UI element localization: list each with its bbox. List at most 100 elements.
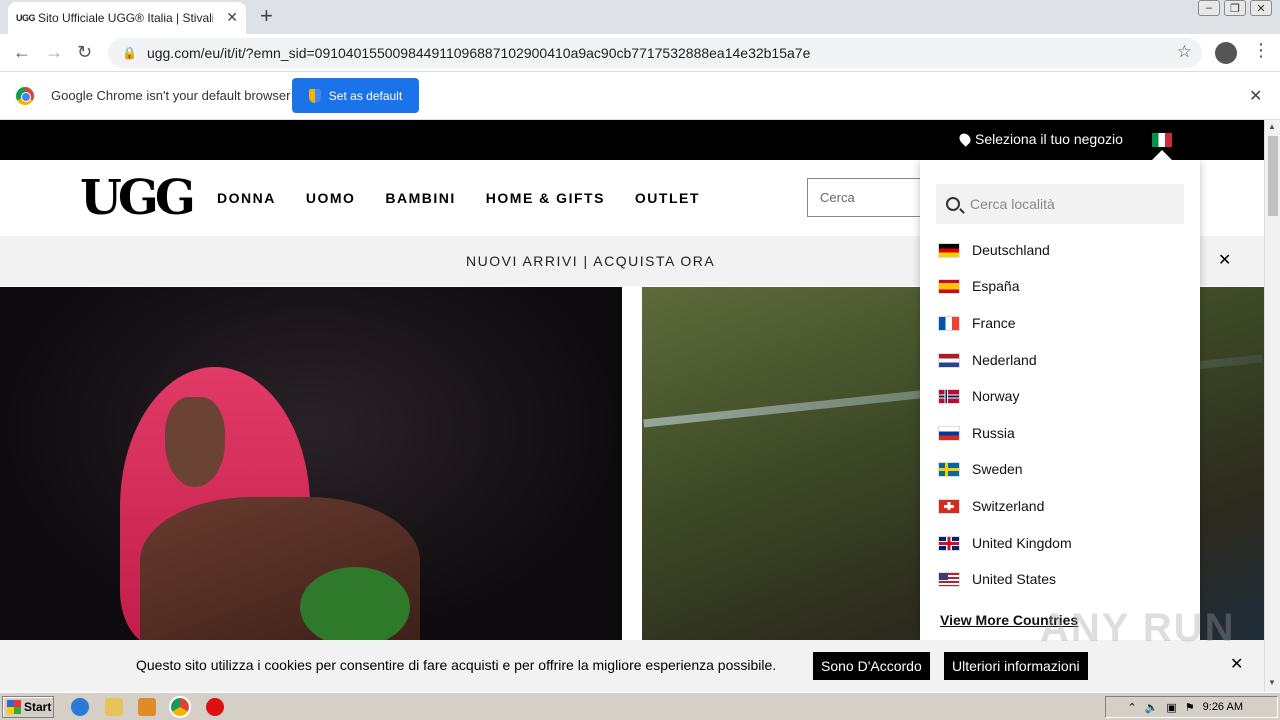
country-item-united-kingdom[interactable]: United Kingdom (938, 531, 1072, 555)
location-search-input[interactable]: Cerca località (936, 184, 1184, 224)
minimize-icon[interactable]: – (1198, 0, 1220, 16)
scroll-thumb[interactable] (1268, 136, 1278, 216)
url-text: ugg.com/eu/it/it/?emn_sid=09104015500984… (146, 45, 811, 61)
window-controls: – ❐ ✕ (1198, 0, 1272, 16)
cookie-close-icon[interactable]: ✕ (1230, 654, 1243, 674)
country-name: España (972, 278, 1020, 294)
tab-strip: UGG Sito Ufficiale UGG® Italia | Stivali… (0, 0, 1280, 34)
new-tab-plus-icon[interactable]: + (260, 4, 273, 28)
set-as-default-label: Set as default (328, 88, 403, 103)
tab-close-icon[interactable]: ✕ (226, 9, 238, 26)
country-item-france[interactable]: France (938, 311, 1016, 335)
network-icon[interactable]: ▣ (1166, 701, 1176, 714)
usa-flag-icon (938, 571, 960, 587)
store-selector[interactable]: Seleziona il tuo negozio (957, 131, 1123, 147)
netherlands-flag-icon (938, 352, 960, 368)
browser-tab[interactable]: UGG Sito Ufficiale UGG® Italia | Stivali… (8, 2, 246, 34)
default-browser-infobar: Google Chrome isn't your default browser… (0, 72, 1280, 120)
profile-avatar-icon[interactable] (1215, 42, 1237, 64)
system-tray: ⌃ 🔈 ▣ ⚑ 9:26 AM (1105, 696, 1278, 718)
main-nav: DONNA UOMO BAMBINI HOME & GIFTS OUTLET (217, 190, 700, 206)
nav-uomo[interactable]: UOMO (306, 190, 356, 206)
promo-close-icon[interactable]: ✕ (1218, 250, 1231, 270)
site-search-input[interactable]: Cerca (807, 178, 937, 217)
browser-toolbar: ← → ↻ 🔒 ugg.com/eu/it/it/?emn_sid=091040… (0, 34, 1280, 72)
close-window-icon[interactable]: ✕ (1250, 0, 1272, 16)
country-item-sweden[interactable]: Sweden (938, 457, 1023, 481)
menu-kebab-icon[interactable]: ⋮ (1252, 40, 1270, 61)
lock-icon: 🔒 (122, 46, 137, 60)
sweden-flag-icon (938, 461, 960, 477)
set-as-default-button[interactable]: Set as default (292, 78, 419, 113)
hero-image-left[interactable] (0, 287, 622, 640)
volume-icon[interactable]: 🔈 (1145, 701, 1159, 714)
ugg-favicon-icon: UGG (16, 13, 36, 23)
flag-icon[interactable]: ⚑ (1185, 701, 1195, 714)
search-icon (946, 197, 960, 211)
windows-taskbar: Start ⌃ 🔈 ▣ ⚑ 9:26 AM (0, 692, 1280, 720)
country-name: United Kingdom (972, 535, 1072, 551)
country-item-norway[interactable]: Norway (938, 384, 1019, 408)
antivirus-icon[interactable] (206, 698, 224, 716)
country-name: Nederland (972, 352, 1037, 368)
anyrun-watermark: ANY RUN (1040, 606, 1236, 650)
nav-outlet[interactable]: OUTLET (635, 190, 700, 206)
infobar-close-icon[interactable]: ✕ (1249, 86, 1262, 106)
reload-icon[interactable]: ↻ (77, 42, 92, 63)
country-item-russia[interactable]: Russia (938, 421, 1015, 445)
country-name: Russia (972, 425, 1015, 441)
spain-flag-icon (938, 278, 960, 294)
infobar-message: Google Chrome isn't your default browser (51, 88, 291, 103)
page-scrollbar[interactable]: ▲ ▼ (1264, 120, 1280, 692)
location-pin-icon (957, 131, 973, 147)
scroll-down-arrow-icon[interactable]: ▼ (1268, 678, 1276, 687)
screen: UGG Sito Ufficiale UGG® Italia | Stivali… (0, 0, 1280, 720)
country-item-united-states[interactable]: United States (938, 567, 1056, 591)
country-dropdown: Cerca località Deutschland España France… (920, 160, 1200, 640)
forward-arrow-icon[interactable]: → (45, 42, 63, 63)
store-selector-label: Seleziona il tuo negozio (975, 131, 1123, 147)
promo-text[interactable]: NUOVI ARRIVI | ACQUISTA ORA (466, 253, 715, 269)
country-item-deutschland[interactable]: Deutschland (938, 238, 1050, 262)
switzerland-flag-icon (938, 498, 960, 514)
hero-green-shape (300, 567, 410, 640)
tab-title: Sito Ufficiale UGG® Italia | Stivali, P.… (38, 11, 213, 25)
chrome-taskbar-icon[interactable] (169, 696, 191, 718)
back-arrow-icon[interactable]: ← (13, 42, 31, 63)
norway-flag-icon (938, 388, 960, 404)
country-item-espana[interactable]: España (938, 274, 1019, 298)
windows-logo-icon (7, 700, 21, 714)
restore-icon[interactable]: ❐ (1224, 0, 1246, 16)
italy-flag-icon[interactable] (1152, 133, 1172, 147)
tray-expand-icon[interactable]: ⌃ (1127, 701, 1136, 714)
germany-flag-icon (938, 242, 960, 258)
country-name: Norway (972, 388, 1020, 404)
bookmark-star-icon[interactable]: ☆ (1177, 42, 1192, 62)
media-player-icon[interactable] (138, 698, 156, 716)
france-flag-icon (938, 315, 960, 331)
country-name: Sweden (972, 461, 1023, 477)
nav-home-gifts[interactable]: HOME & GIFTS (486, 190, 605, 206)
ugg-logo[interactable]: UGG (80, 170, 196, 226)
country-item-nederland[interactable]: Nederland (938, 348, 1037, 372)
address-bar[interactable]: 🔒 ugg.com/eu/it/it/?emn_sid=091040155009… (108, 38, 1202, 68)
clock: 9:26 AM (1202, 701, 1243, 713)
folder-icon[interactable] (105, 698, 123, 716)
scroll-up-arrow-icon[interactable]: ▲ (1268, 122, 1276, 131)
cookie-more-info-button[interactable]: Ulteriori informazioni (944, 652, 1088, 680)
uk-flag-icon (938, 535, 960, 551)
country-item-switzerland[interactable]: Switzerland (938, 494, 1044, 518)
country-name: United States (972, 571, 1057, 587)
country-name: Deutschland (972, 242, 1050, 258)
nav-donna[interactable]: DONNA (217, 190, 276, 206)
location-search-placeholder: Cerca località (970, 196, 1055, 212)
start-button[interactable]: Start (2, 696, 54, 718)
country-name: Switzerland (972, 498, 1045, 514)
utility-bar: Seleziona il tuo negozio (0, 120, 1264, 160)
start-label: Start (24, 700, 52, 714)
cookie-agree-button[interactable]: Sono D'Accordo (813, 652, 930, 680)
nav-bambini[interactable]: BAMBINI (385, 190, 455, 206)
shield-icon (308, 88, 321, 103)
ie-icon[interactable] (71, 698, 89, 716)
dropdown-caret (1152, 150, 1172, 160)
